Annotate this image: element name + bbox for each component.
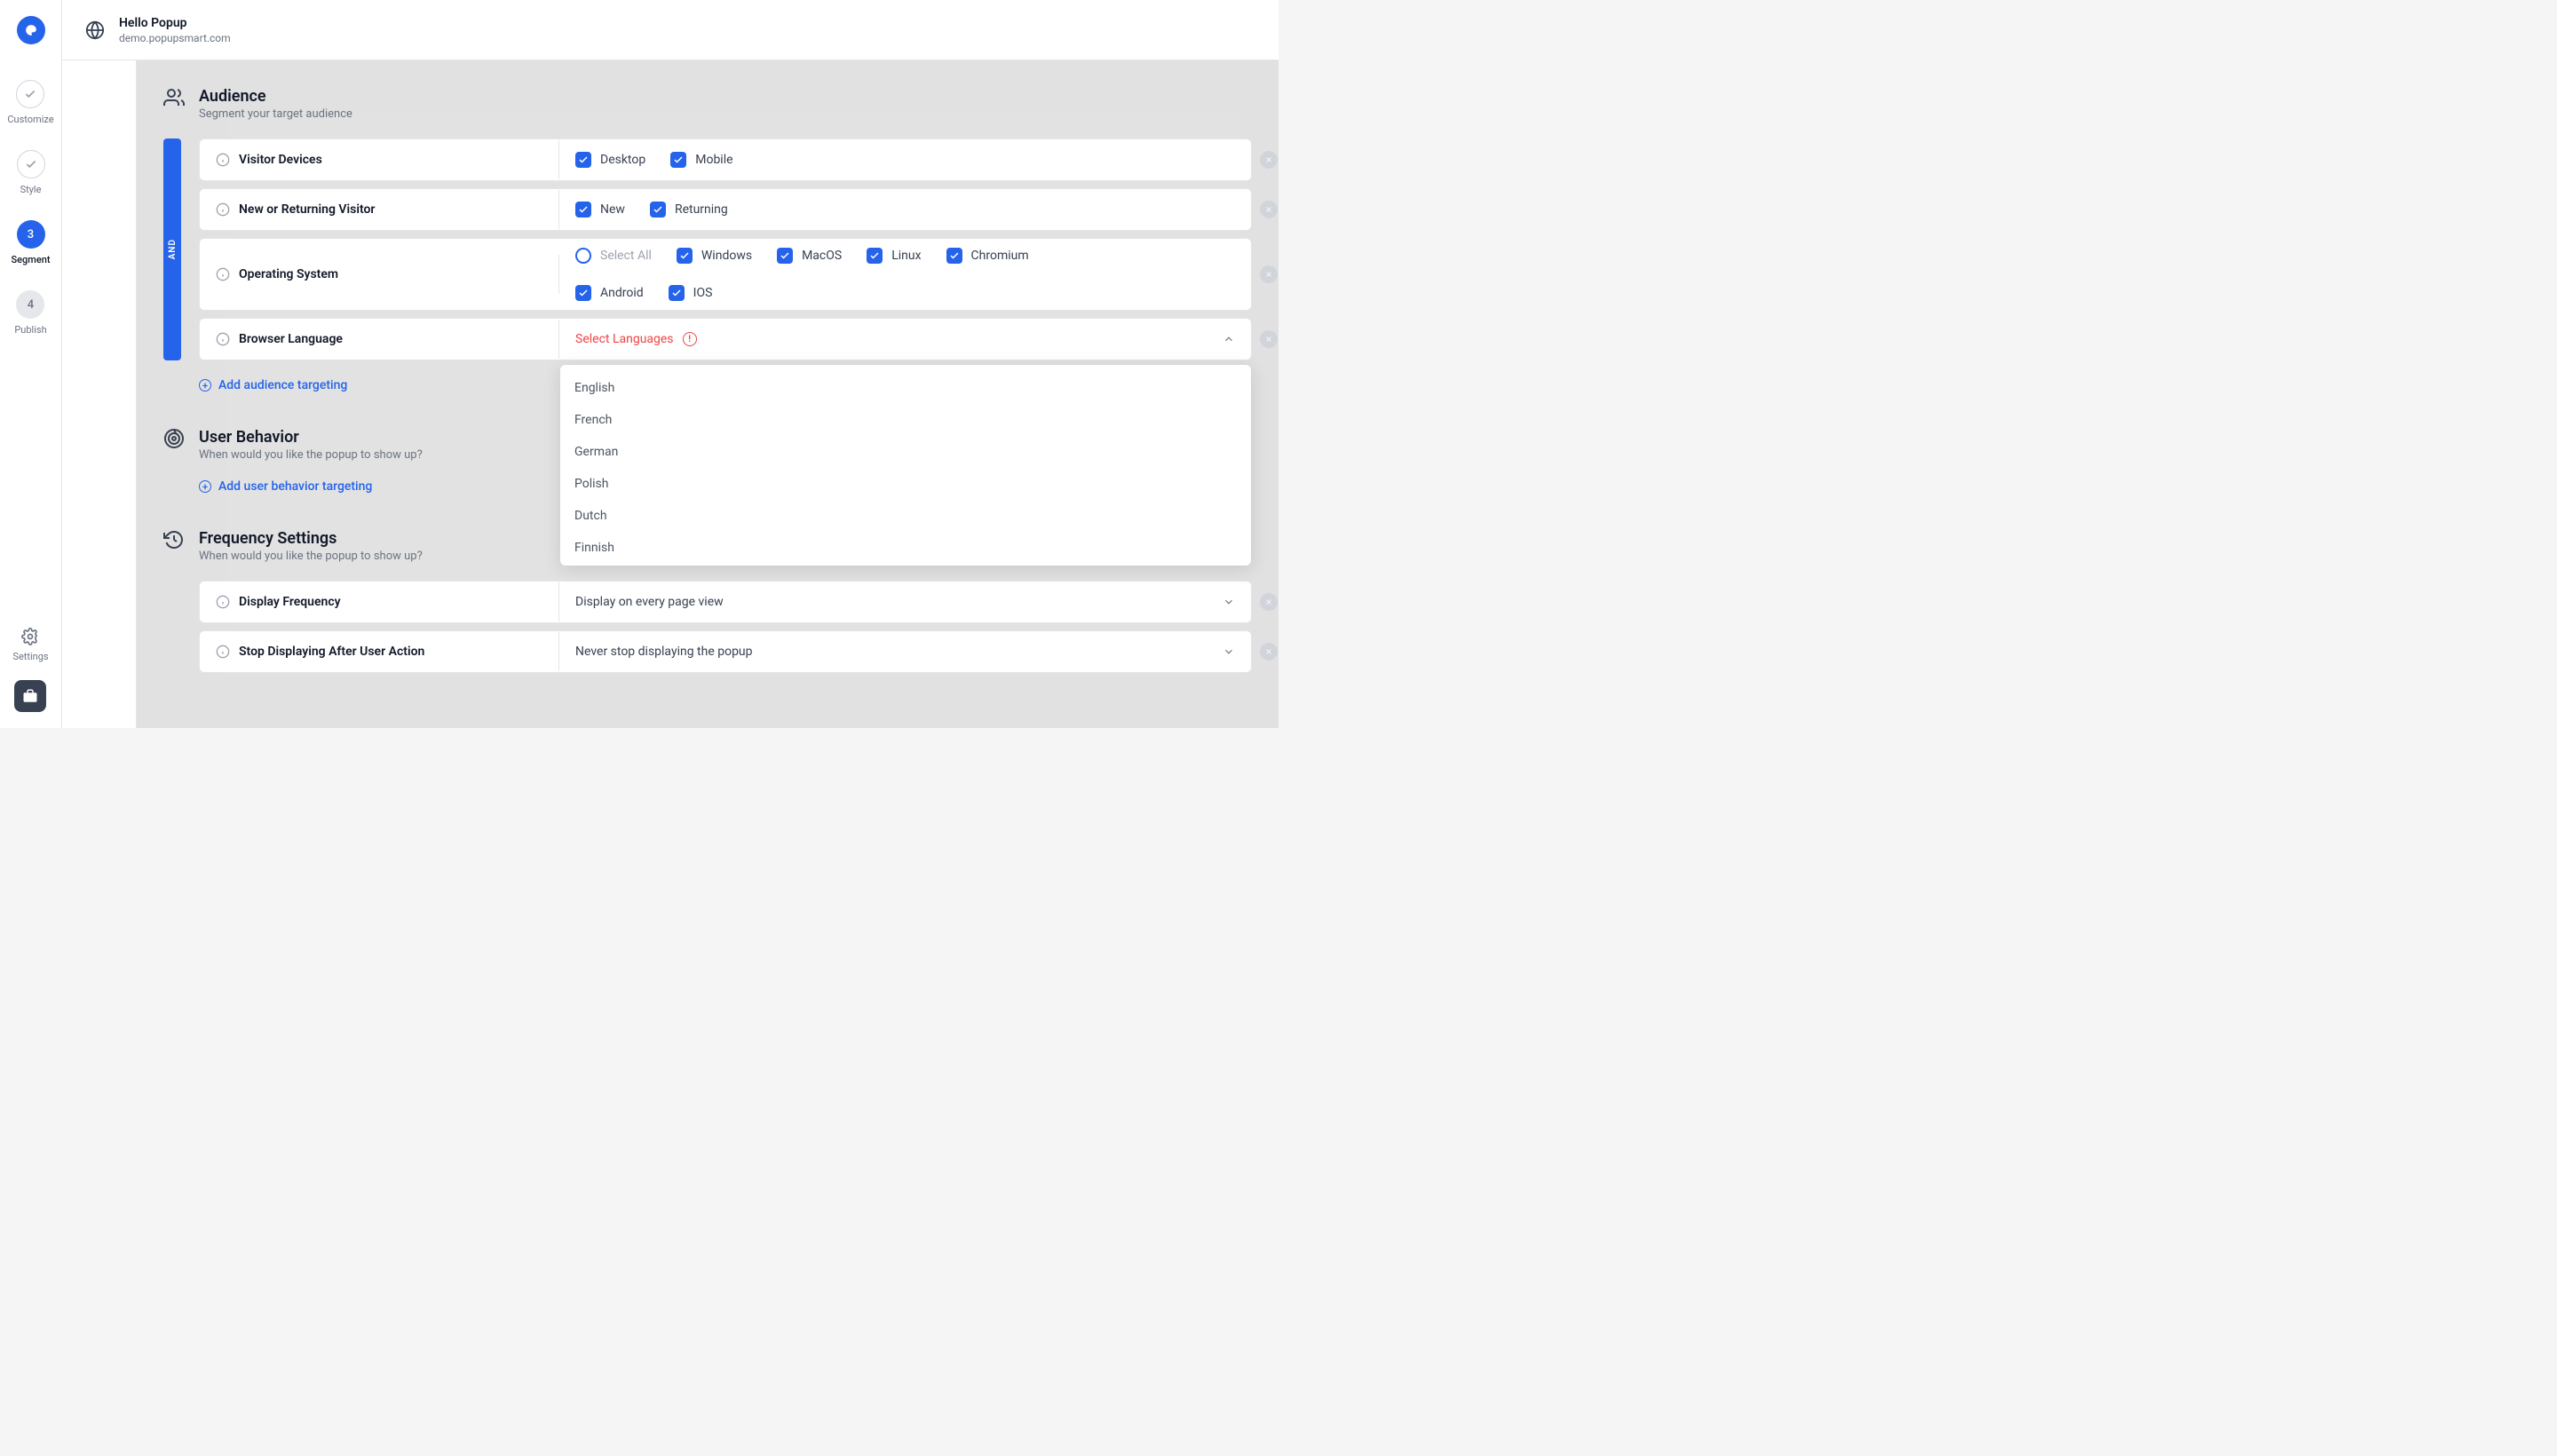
checkbox-returning[interactable]: Returning (650, 202, 728, 218)
language-option[interactable]: German (560, 436, 1247, 468)
display-frequency-select[interactable]: Display on every page view (559, 582, 1251, 621)
nav-step-customize[interactable]: Customize (7, 80, 53, 125)
chevron-up-icon (1223, 333, 1235, 345)
language-select-trigger[interactable]: Select Languages! (559, 320, 1251, 359)
info-icon[interactable] (216, 202, 230, 217)
page-title: Hello Popup (119, 16, 231, 30)
briefcase-icon (22, 688, 38, 704)
remove-rule-button[interactable] (1260, 265, 1278, 283)
plus-icon: + (199, 480, 211, 493)
language-option[interactable]: French (560, 404, 1247, 436)
info-icon[interactable] (216, 153, 230, 167)
plus-icon: + (199, 379, 211, 392)
checkbox-android[interactable]: Android (575, 285, 644, 301)
rule-operating-system: Operating System Select All Windows MacO… (199, 238, 1252, 311)
page-subtitle: demo.popupsmart.com (119, 32, 231, 44)
audience-icon (163, 87, 185, 108)
nav-step-publish[interactable]: 4 Publish (14, 290, 46, 336)
remove-rule-button[interactable] (1260, 330, 1278, 348)
canvas-sidebar (62, 60, 137, 728)
main-content: Audience Segment your target audience AN… (137, 60, 1278, 728)
info-icon[interactable] (216, 595, 230, 609)
behavior-icon (163, 428, 185, 449)
nav-step-style[interactable]: Style (17, 150, 45, 195)
error-icon: ! (683, 332, 697, 346)
nav-step-segment[interactable]: 3 Segment (11, 220, 50, 265)
checkbox-new[interactable]: New (575, 202, 625, 218)
info-icon[interactable] (216, 645, 230, 659)
remove-rule-button[interactable] (1260, 593, 1278, 611)
rule-display-frequency: Display Frequency Display on every page … (199, 581, 1252, 623)
chevron-down-icon (1223, 596, 1235, 608)
checkbox-desktop[interactable]: Desktop (575, 152, 645, 168)
language-option[interactable]: English (560, 372, 1247, 404)
and-connector: AND (163, 138, 181, 360)
checkbox-chromium[interactable]: Chromium (946, 248, 1029, 264)
gear-icon (21, 628, 39, 645)
page-header: Hello Popup demo.popupsmart.com (62, 0, 1278, 60)
radio-select-all[interactable]: Select All (575, 248, 652, 264)
app-logo[interactable] (17, 16, 45, 44)
info-icon[interactable] (216, 332, 230, 346)
section-subtitle: Segment your target audience (199, 107, 352, 121)
language-option[interactable]: Dutch (560, 500, 1247, 532)
section-subtitle: When would you like the popup to show up… (199, 448, 423, 462)
settings-button[interactable]: Settings (12, 628, 48, 662)
checkbox-macos[interactable]: MacOS (777, 248, 842, 264)
sidebar-nav: Customize Style 3 Segment 4 Publish Sett… (0, 0, 62, 728)
rule-browser-language: Browser Language Select Languages! Engli… (199, 318, 1252, 360)
section-title: Frequency Settings (199, 529, 423, 548)
globe-icon (85, 20, 105, 40)
rule-new-returning: New or Returning Visitor New Returning (199, 188, 1252, 231)
frequency-icon (163, 529, 185, 550)
checkbox-linux[interactable]: Linux (867, 248, 921, 264)
language-dropdown: English French German Polish Dutch Finni… (560, 365, 1251, 566)
section-subtitle: When would you like the popup to show up… (199, 550, 423, 563)
language-option[interactable]: Finnish (560, 532, 1247, 558)
checkbox-windows[interactable]: Windows (677, 248, 752, 264)
chevron-down-icon (1223, 645, 1235, 658)
rule-visitor-devices: Visitor Devices Desktop Mobile (199, 138, 1252, 181)
remove-rule-button[interactable] (1260, 151, 1278, 169)
briefcase-button[interactable] (14, 680, 46, 712)
remove-rule-button[interactable] (1260, 201, 1278, 218)
section-title: Audience (199, 87, 352, 106)
checkbox-mobile[interactable]: Mobile (670, 152, 732, 168)
language-option[interactable]: Polish (560, 468, 1247, 500)
info-icon[interactable] (216, 267, 230, 281)
stop-displaying-select[interactable]: Never stop displaying the popup (559, 632, 1251, 671)
checkbox-ios[interactable]: IOS (669, 285, 713, 301)
section-title: User Behavior (199, 428, 423, 447)
rule-stop-displaying: Stop Displaying After User Action Never … (199, 630, 1252, 673)
remove-rule-button[interactable] (1260, 643, 1278, 661)
